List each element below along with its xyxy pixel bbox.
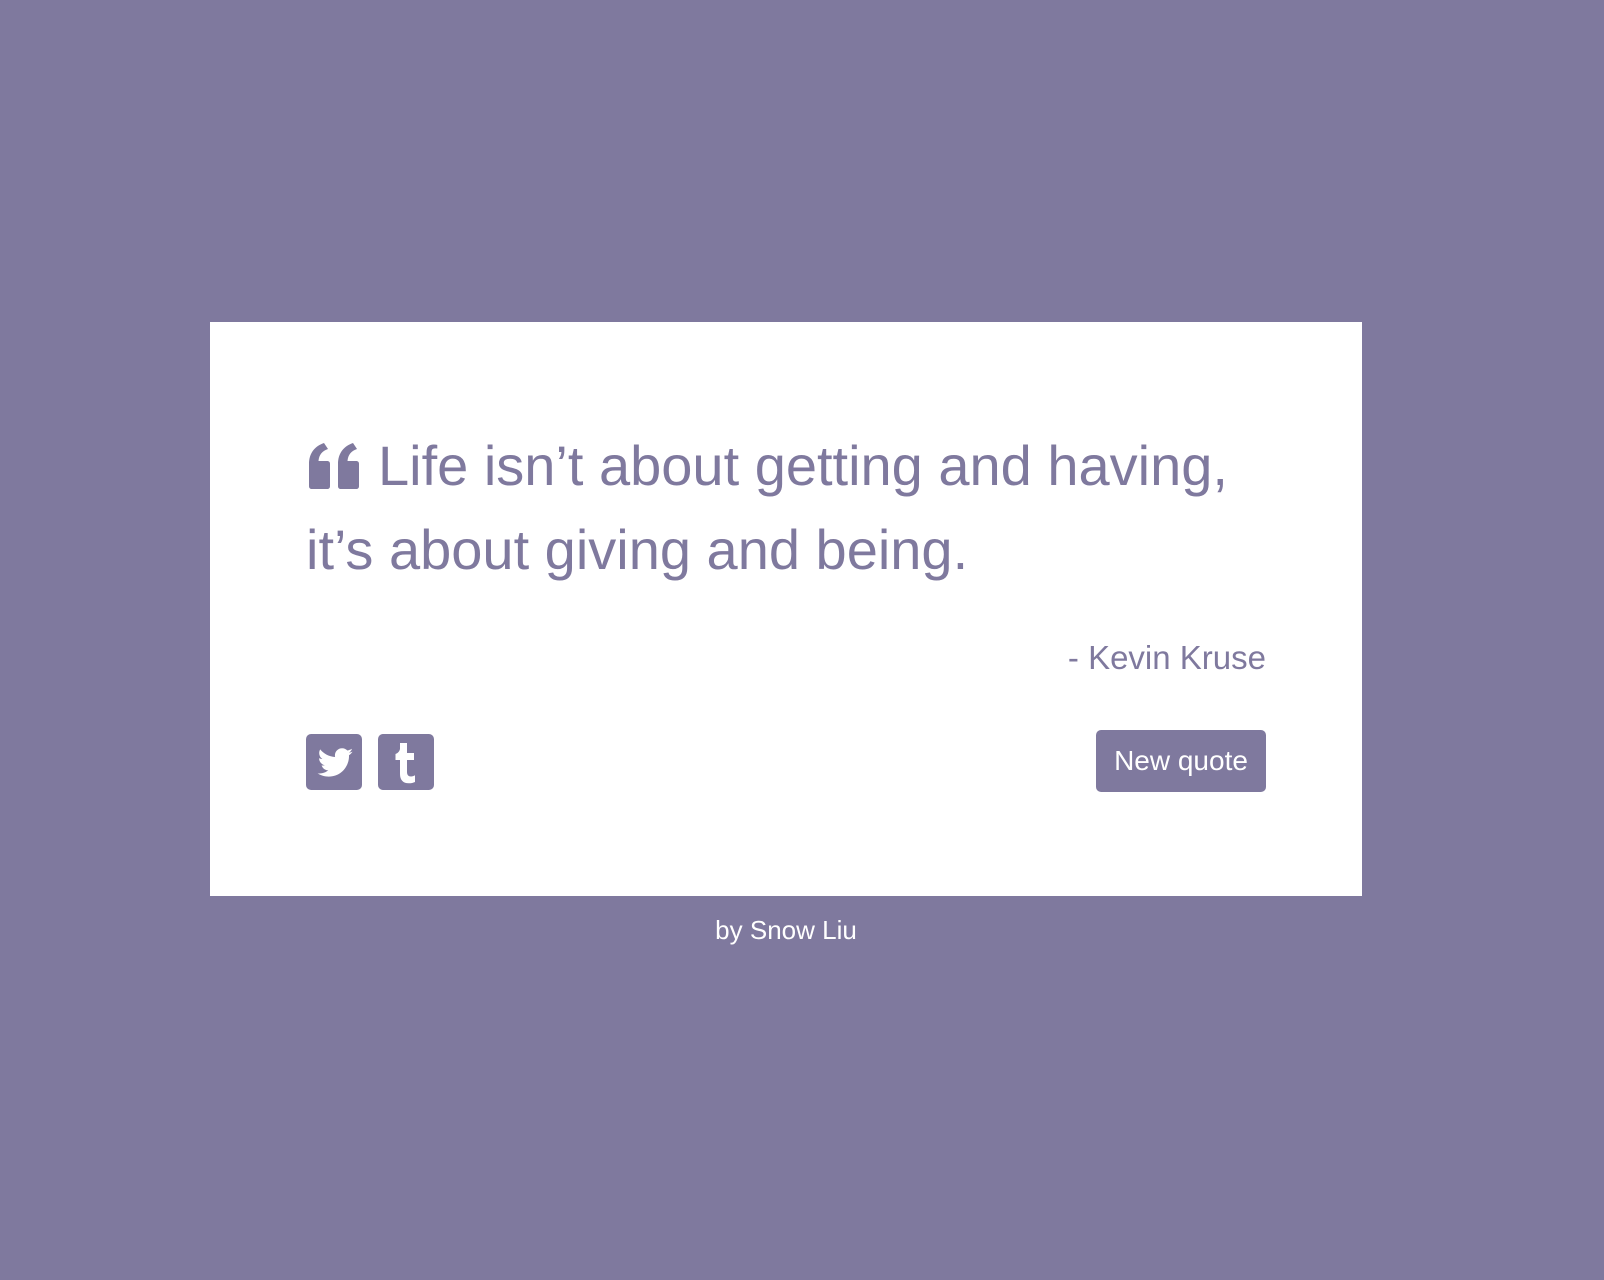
quote-author: - Kevin Kruse (1067, 639, 1266, 676)
tumblr-button[interactable] (378, 734, 434, 790)
footer-credit: by Snow Liu (715, 915, 857, 945)
tumblr-icon (395, 743, 415, 784)
tweet-button[interactable] (306, 734, 362, 790)
quote-left-icon (306, 441, 362, 491)
quote-text-block: Life isn’t about getting and having, it’… (306, 424, 1266, 592)
quote-box: Life isn’t about getting and having, it’… (210, 322, 1362, 896)
new-quote-button[interactable]: New quote (1096, 730, 1266, 792)
twitter-icon (317, 748, 353, 777)
quote-text: Life isn’t about getting and having, it’… (306, 434, 1228, 581)
